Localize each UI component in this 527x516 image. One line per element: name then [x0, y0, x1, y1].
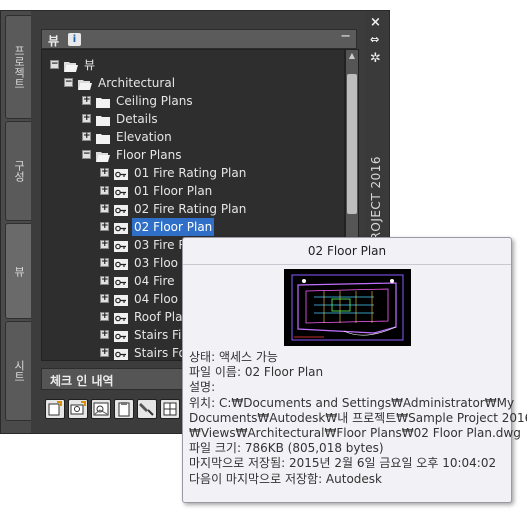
expand-icon[interactable]: + — [100, 348, 109, 357]
view-key-icon — [114, 203, 128, 216]
tree-item-label: Details — [116, 112, 158, 126]
view-special-icon — [114, 347, 128, 360]
tree-item-label: Floor Plans — [116, 148, 182, 162]
tab-views[interactable]: 뷰 — [5, 223, 31, 319]
settings-icon[interactable]: ✲ — [370, 51, 381, 66]
view-grid-icon[interactable] — [160, 399, 180, 419]
folder-open-icon — [78, 77, 92, 90]
tree-item-label: 01 Floor Plan — [134, 184, 213, 198]
tooltip-detail-line: 위치: C:₩Documents and Settings₩Administra… — [189, 395, 515, 410]
collapse-button[interactable]: − — [340, 29, 351, 44]
folder-open-icon — [64, 59, 78, 72]
expand-icon[interactable]: + — [82, 114, 91, 123]
folder-icon — [96, 131, 110, 144]
tooltip-detail-line: 다음이 마지막으로 저장함: Autodesk — [189, 471, 382, 486]
edit-view-icon[interactable] — [137, 399, 157, 419]
view-key-icon — [114, 257, 128, 270]
tree-item[interactable]: − Architectural — [42, 74, 342, 92]
tree-item[interactable]: +02 Fire Rating Plan — [42, 200, 342, 218]
view-key-icon — [114, 167, 128, 180]
tree-item[interactable]: + Details — [42, 110, 342, 128]
view-key-icon — [114, 239, 128, 252]
collapse-icon[interactable]: − — [82, 150, 91, 159]
tab-sheets-label: 시트 — [12, 360, 26, 382]
open-view-icon[interactable] — [68, 399, 88, 419]
tab-project-label: 프로젝트 — [12, 45, 26, 89]
tree-item[interactable]: − 뷰 — [42, 56, 342, 74]
expand-icon[interactable]: + — [100, 258, 109, 267]
expand-icon[interactable]: + — [100, 168, 109, 177]
view-key-icon — [114, 293, 128, 306]
tree-item-label: 뷰 — [84, 58, 96, 72]
tree-item-label: Stairs Fi — [134, 328, 182, 342]
tree-item[interactable]: + Elevation — [42, 128, 342, 146]
tooltip-detail-line: 파일 크기: 786KB (805,018 bytes) — [189, 441, 384, 456]
collapse-icon[interactable]: − — [50, 60, 59, 69]
expand-icon[interactable]: + — [100, 204, 109, 213]
view-key-icon — [114, 221, 128, 234]
tree-item-label: 02 Fire Rating Plan — [134, 202, 247, 216]
expand-icon[interactable]: + — [100, 222, 109, 231]
scroll-up-arrow-icon[interactable]: ▲ — [346, 50, 358, 62]
views-title: 뷰 — [48, 34, 60, 48]
view-tooltip: 02 Floor Plan 상태: 액세스 가능 파일 이름: 02 Floor … — [182, 237, 527, 503]
collapse-icon[interactable]: − — [64, 78, 73, 87]
views-header: 뷰 i − — [41, 29, 357, 49]
tree-item-label: Architectural — [98, 76, 176, 90]
tree-item[interactable]: + Ceiling Plans — [42, 92, 342, 110]
folder-icon — [96, 95, 110, 108]
view-key-icon — [114, 275, 128, 288]
tree-item[interactable]: +02 Floor Plan — [42, 218, 342, 236]
tooltip-detail-line: 마지막으로 저장됨: 2015년 2월 6일 금요일 오후 10:04:02 — [189, 456, 497, 471]
expand-icon[interactable]: + — [82, 132, 91, 141]
expand-icon[interactable]: + — [82, 96, 91, 105]
tree-item[interactable]: +01 Floor Plan — [42, 182, 342, 200]
close-icon[interactable]: × — [370, 15, 381, 30]
folder-icon — [96, 113, 110, 126]
scroll-thumb[interactable] — [347, 74, 357, 214]
expand-icon[interactable]: + — [100, 294, 109, 303]
tree-item-label: 01 Fire Rating Plan — [134, 166, 247, 180]
folder-open-icon — [96, 149, 110, 162]
expand-icon[interactable]: + — [100, 330, 109, 339]
tooltip-detail-line: 파일 이름: 02 Floor Plan — [189, 365, 324, 380]
tab-views-label: 뷰 — [12, 265, 26, 277]
tab-sheets[interactable]: 시트 — [5, 321, 31, 421]
view-special-icon — [114, 329, 128, 342]
tab-project[interactable]: 프로젝트 — [5, 15, 31, 119]
expand-icon[interactable]: + — [100, 276, 109, 285]
auto-hide-icon[interactable]: ⇔ — [370, 33, 379, 46]
tab-constructs-label: 구성 — [12, 160, 26, 182]
tree-item-label: 04 Fire — [134, 274, 175, 288]
tooltip-detail-line: 설명: — [189, 380, 216, 395]
tree-item-label: Elevation — [116, 130, 172, 144]
view-image-icon[interactable] — [91, 399, 111, 419]
expand-icon[interactable]: + — [100, 312, 109, 321]
view-key-icon — [114, 311, 128, 324]
project-name-label: PROJECT 2016 — [369, 156, 383, 249]
tree-item-label: 04 Floo — [134, 292, 179, 306]
view-key-icon — [114, 185, 128, 198]
tree-item[interactable]: +01 Fire Rating Plan — [42, 164, 342, 182]
tree-item[interactable]: − Floor Plans — [42, 146, 342, 164]
checkin-history-title: 체크 인 내역 — [50, 374, 114, 388]
expand-icon[interactable]: + — [100, 186, 109, 195]
tree-item-label: 03 Floo — [134, 256, 179, 270]
clipboard-icon[interactable] — [114, 399, 134, 419]
info-icon[interactable]: i — [68, 33, 81, 46]
tree-item-label: 02 Floor Plan — [132, 218, 215, 236]
tooltip-detail-line: Documents₩Autodesk₩내 프로젝트₩Sample Project… — [189, 410, 527, 425]
tree-item-label: Roof Pla — [134, 310, 183, 324]
tooltip-detail-line: 상태: 액세스 가능 — [189, 350, 278, 364]
tooltip-title: 02 Floor Plan — [183, 238, 511, 265]
new-view-icon[interactable] — [45, 399, 65, 419]
tab-constructs[interactable]: 구성 — [5, 121, 31, 221]
tooltip-detail-line: ₩Views₩Architectural₩Floor Plans₩02 Floo… — [189, 426, 521, 440]
expand-icon[interactable]: + — [100, 240, 109, 249]
floor-plan-thumbnail — [284, 269, 411, 346]
tree-item-label: Ceiling Plans — [116, 94, 193, 108]
